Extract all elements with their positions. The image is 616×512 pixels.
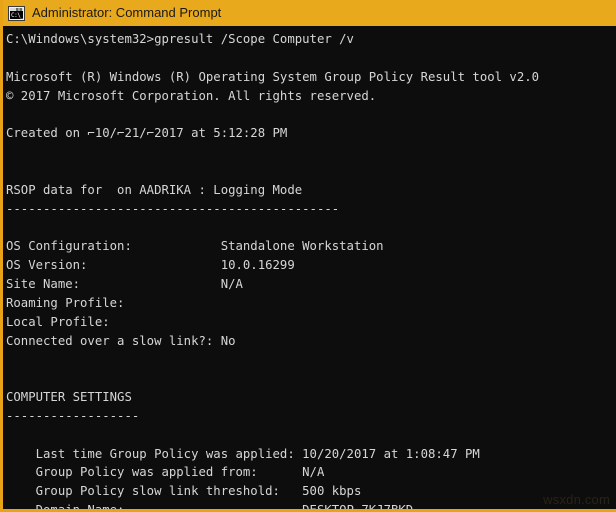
console-line: Created on ⌐10/⌐21/⌐2017 at 5:12:28 PM xyxy=(6,126,288,141)
console-line: Site Name: N/A xyxy=(6,276,243,291)
command-prompt-icon: C:\_ xyxy=(8,5,25,21)
console-line: OS Version: 10.0.16299 xyxy=(6,258,295,273)
console-line: COMPUTER SETTINGS xyxy=(6,390,132,405)
console-line: © 2017 Microsoft Corporation. All rights… xyxy=(6,88,377,103)
console-line: Connected over a slow link?: No xyxy=(6,333,236,348)
window-title-bar[interactable]: C:\_ Administrator: Command Prompt xyxy=(3,0,616,26)
console-line: Roaming Profile: xyxy=(6,295,125,310)
console-line: Last time Group Policy was applied: 10/2… xyxy=(6,446,480,461)
window-title-text: Administrator: Command Prompt xyxy=(32,5,222,20)
console-output-area[interactable]: C:\Windows\system32>gpresult /Scope Comp… xyxy=(3,26,616,509)
console-line: Group Policy was applied from: N/A xyxy=(6,465,325,480)
console-line: OS Configuration: Standalone Workstation xyxy=(6,239,384,254)
icon-screen-glyph: C:\_ xyxy=(10,10,23,19)
console-line: Group Policy slow link threshold: 500 kb… xyxy=(6,484,362,499)
console-line: RSOP data for on AADRIKA : Logging Mode xyxy=(6,182,303,197)
console-text: C:\Windows\system32>gpresult /Scope Comp… xyxy=(6,30,616,509)
command-prompt-window: C:\_ Administrator: Command Prompt C:\Wi… xyxy=(0,0,616,512)
console-line: ----------------------------------------… xyxy=(6,201,340,216)
console-line: ------------------ xyxy=(6,408,140,423)
console-line: Local Profile: xyxy=(6,314,110,329)
console-line: Microsoft (R) Windows (R) Operating Syst… xyxy=(6,69,540,84)
console-line: Domain Name: DESKTOP-7KJ7BKD xyxy=(6,501,616,509)
console-line: C:\Windows\system32>gpresult /Scope Comp… xyxy=(6,32,354,46)
